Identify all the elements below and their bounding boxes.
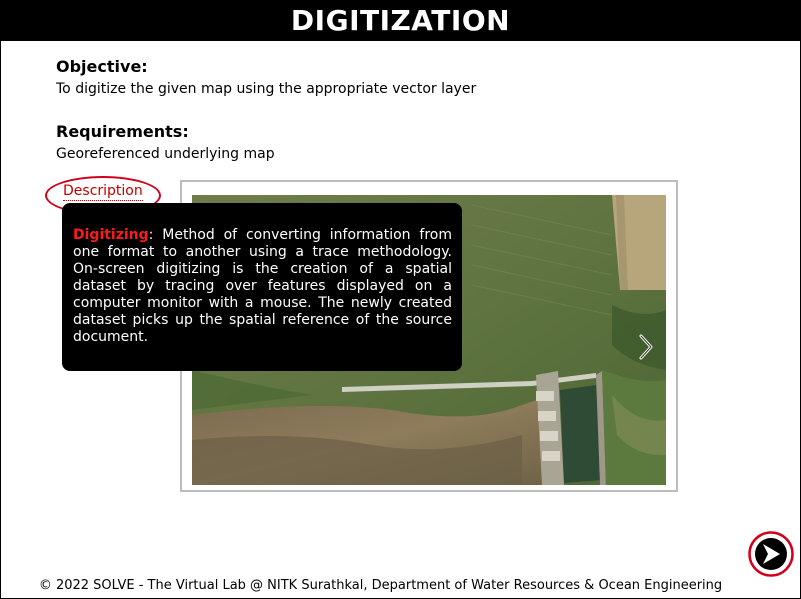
objective-text: To digitize the given map using the appr…	[56, 81, 477, 97]
chevron-right-icon	[639, 334, 653, 360]
tooltip-text: : Method of converting information from …	[73, 227, 452, 345]
arrow-right-circle-icon	[748, 531, 794, 577]
requirements-text: Georeferenced underlying map	[56, 146, 275, 162]
requirements-heading: Requirements:	[56, 122, 189, 141]
objective-heading: Objective:	[56, 57, 148, 76]
footer-copyright: © 2022 SOLVE - The Virtual Lab @ NITK Su…	[38, 578, 723, 593]
tooltip-term: Digitizing	[73, 227, 149, 243]
description-link[interactable]: Description	[63, 183, 143, 201]
page-title: DIGITIZATION	[0, 0, 801, 41]
description-tooltip: Digitizing: Method of converting informa…	[62, 203, 462, 371]
next-page-button[interactable]	[748, 531, 794, 577]
image-next-chevron[interactable]	[637, 332, 655, 362]
